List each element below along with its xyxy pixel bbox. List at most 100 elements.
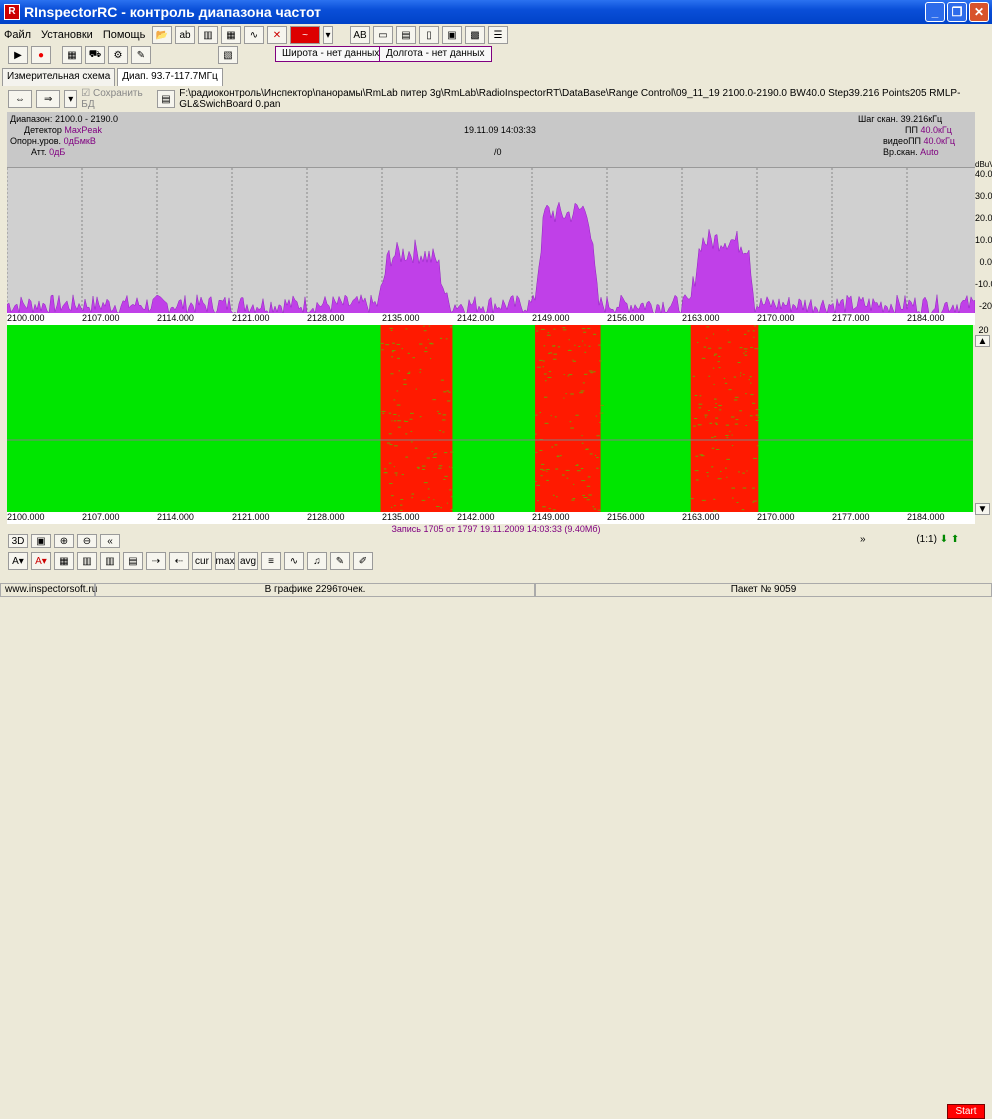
tools-icon[interactable]: ✎ [131, 46, 151, 64]
save-icon[interactable]: ⇒ [36, 90, 60, 108]
signal-icon[interactable]: ~ [290, 26, 320, 44]
y-axis: dBuV 40.030.020.010.00.0-10.0-20 [975, 160, 992, 316]
marker-icon[interactable]: A▾ [31, 552, 51, 570]
ref-value[interactable]: 0дБмкВ [64, 136, 96, 146]
rewind-icon[interactable]: « [100, 534, 120, 548]
fast-forward-icon[interactable]: » [860, 534, 866, 545]
truck-icon[interactable]: ⛟ [85, 46, 105, 64]
bell-icon[interactable]: ♫ [307, 552, 327, 570]
graph-icon[interactable]: ▥ [77, 552, 97, 570]
spectrum-chart[interactable] [7, 167, 975, 313]
delete-icon[interactable]: ✕ [267, 26, 287, 44]
minimize-button[interactable]: _ [925, 2, 945, 22]
save-db-checkbox[interactable]: ☑ Сохранить БД [81, 88, 152, 110]
wave-icon[interactable]: ∿ [244, 26, 264, 44]
gear-icon[interactable]: ⚙ [108, 46, 128, 64]
waterfall-noise [540, 469, 543, 470]
export-icon[interactable]: ⇢ [146, 552, 166, 570]
folder2-icon[interactable]: ▤ [123, 552, 143, 570]
ab-icon[interactable]: AB [350, 26, 370, 44]
waterfall[interactable] [7, 325, 973, 512]
waterfall-noise [389, 413, 391, 414]
menu-settings[interactable]: Установки [41, 29, 93, 41]
waterfall-noise [599, 422, 601, 423]
dropdown-icon[interactable]: ▾ [323, 26, 333, 44]
waterfall-scrollbar[interactable]: 20 ▲ ▼ [975, 325, 992, 515]
maximize-button[interactable]: ❐ [947, 2, 967, 22]
waterfall-noise [443, 479, 445, 480]
3d-icon[interactable]: 3D [8, 534, 28, 548]
waterfall-noise [397, 405, 401, 406]
graph2-icon[interactable]: ▥ [100, 552, 120, 570]
open-icon[interactable]: 📂 [152, 26, 172, 44]
waterfall-noise [444, 476, 447, 477]
waterfall-noise [593, 506, 594, 507]
waterfall-noise [539, 450, 542, 451]
waterfall-noise [714, 355, 715, 356]
save-db-label: Сохранить БД [81, 88, 142, 110]
zoom-out-icon[interactable]: ⊖ [77, 534, 97, 548]
abc-icon[interactable]: ab [175, 26, 195, 44]
book-icon[interactable]: ▯ [419, 26, 439, 44]
map-icon[interactable]: ▧ [218, 46, 238, 64]
waterfall-noise [719, 367, 721, 368]
waterfall-noise [590, 453, 593, 454]
close-button[interactable]: ✕ [969, 2, 989, 22]
menu-file[interactable]: Файл [4, 29, 31, 41]
max-icon[interactable]: max [215, 552, 235, 570]
list-icon[interactable]: ☰ [488, 26, 508, 44]
play-icon[interactable]: ▶ [8, 46, 28, 64]
level-icon[interactable]: ≡ [261, 552, 281, 570]
waterfall-noise [422, 466, 426, 467]
record-icon[interactable]: ● [31, 46, 51, 64]
folder-icon[interactable]: ▤ [157, 90, 176, 108]
waterfall-noise [583, 497, 587, 498]
time-value[interactable]: Auto [920, 147, 939, 157]
bw-value[interactable]: 40.0кГц [920, 125, 951, 135]
waterfall-noise [408, 372, 410, 373]
att-value[interactable]: 0дБ [49, 147, 65, 157]
arrow-down-icon[interactable]: ⬇ [940, 534, 948, 545]
start-button[interactable]: Start [947, 1104, 985, 1119]
edit-icon[interactable]: ✎ [330, 552, 350, 570]
colors-icon[interactable]: ▦ [54, 552, 74, 570]
waterfall-noise [382, 411, 386, 412]
top-toolbar: 📂 ab ▥ ▦ ∿ ✕ ~ ▾ AB ▭ ▤ ▯ ▣ ▩ ☰ [152, 26, 508, 44]
monitor-icon[interactable]: ▭ [373, 26, 393, 44]
waterfall-noise [712, 448, 715, 449]
copy-icon[interactable]: ▣ [31, 534, 51, 548]
curr-icon[interactable]: cur [192, 552, 212, 570]
tab-scheme[interactable]: Измерительная схема [2, 68, 115, 86]
spectrum-icon[interactable]: ▥ [198, 26, 218, 44]
load-icon[interactable]: ⇔ [8, 90, 32, 108]
waterfall-noise [729, 431, 730, 432]
cursor-icon[interactable]: A▾ [8, 552, 28, 570]
import-icon[interactable]: ⇠ [169, 552, 189, 570]
waterfall-band [535, 325, 600, 512]
waterfall-noise [731, 488, 735, 489]
pen-icon[interactable]: ✐ [353, 552, 373, 570]
grid-icon[interactable]: ▦ [62, 46, 82, 64]
arrow-up-icon[interactable]: ⬆ [951, 534, 959, 545]
scroll-down-icon[interactable]: ▼ [975, 503, 990, 515]
det-value[interactable]: MaxPeak [64, 125, 102, 135]
menu-help[interactable]: Помощь [103, 29, 146, 41]
scroll-up-icon[interactable]: ▲ [975, 335, 990, 347]
chart-icon[interactable]: ▩ [465, 26, 485, 44]
vbw-value[interactable]: 40.0кГц [924, 136, 955, 146]
bars-icon[interactable]: ▦ [221, 26, 241, 44]
avg-icon[interactable]: avg [238, 552, 258, 570]
panel-icon[interactable]: ▤ [396, 26, 416, 44]
waterfall-noise [584, 352, 586, 353]
title-bar: R RInspectorRC - контроль диапазона част… [0, 0, 992, 24]
waterfall-noise [579, 392, 583, 393]
waterfall-noise [555, 416, 557, 417]
wave2-icon[interactable]: ∿ [284, 552, 304, 570]
waterfall-noise [756, 414, 757, 415]
waterfall-noise [434, 453, 437, 454]
tab-range[interactable]: Диап. 93.7-117.7МГц [117, 68, 222, 86]
zoom-in-icon[interactable]: ⊕ [54, 534, 74, 548]
menu-dropdown-icon[interactable]: ▾ [64, 90, 77, 108]
cards-icon[interactable]: ▣ [442, 26, 462, 44]
waterfall-noise [402, 474, 404, 475]
